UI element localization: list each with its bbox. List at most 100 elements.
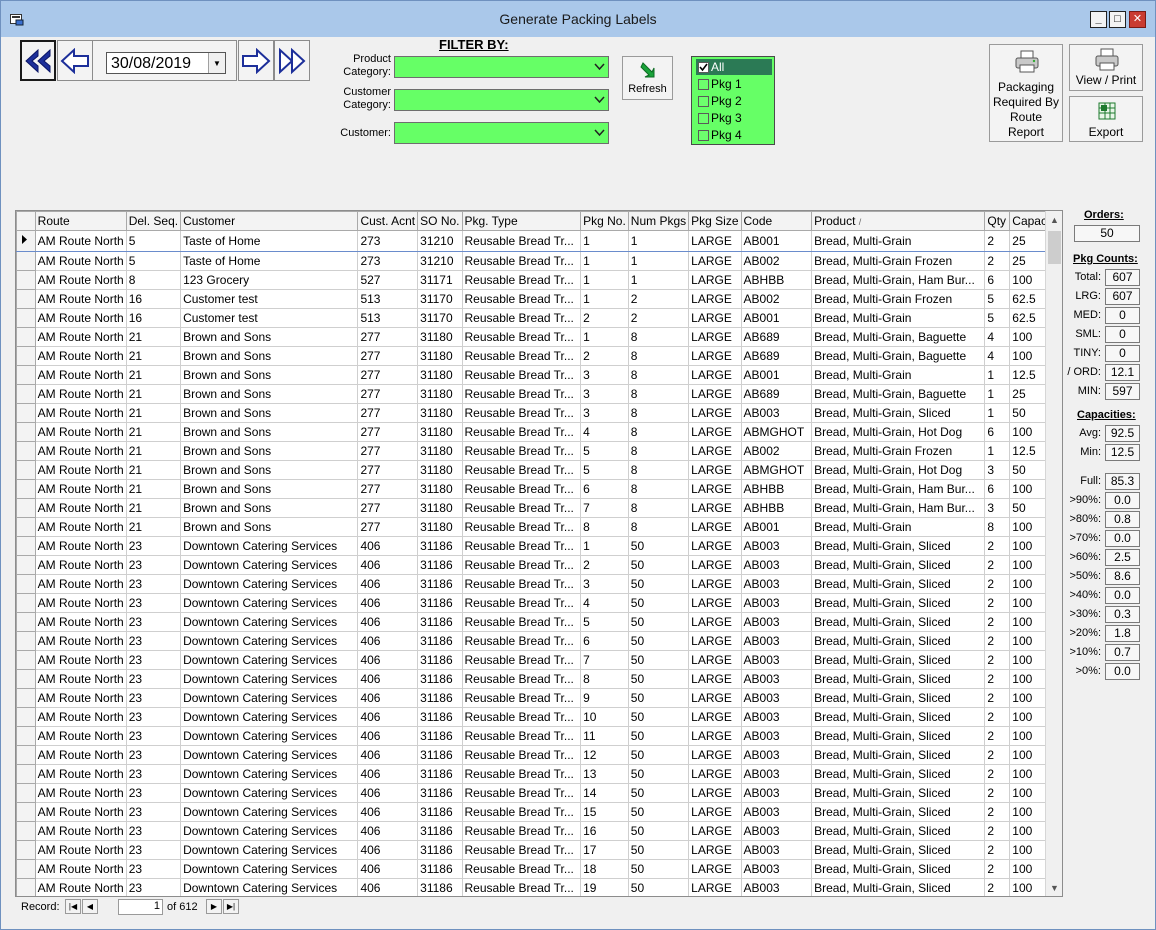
cell-customer[interactable]: Downtown Catering Services	[180, 707, 359, 727]
cell-product[interactable]: Bread, Multi-Grain Frozen	[811, 441, 986, 461]
cell-pkg-no[interactable]: 18	[580, 859, 629, 879]
cell-route[interactable]: AM Route North	[34, 859, 127, 879]
cell-code[interactable]: AB003	[740, 688, 813, 708]
cell-pkg-size[interactable]: LARGE	[688, 403, 742, 423]
table-row[interactable]: AM Route North 21 Brown and Sons 277 31180 Re…	[16, 517, 1062, 537]
cell-code[interactable]: AB001	[740, 517, 813, 537]
customer-category-combo[interactable]	[394, 89, 609, 111]
row-selector[interactable]	[16, 422, 36, 442]
table-row[interactable]: AM Route North 16 Customer test 513 31170 Reu…	[16, 289, 1062, 309]
row-selector[interactable]	[16, 764, 36, 784]
cell-pkg-size[interactable]: LARGE	[688, 821, 742, 841]
cell-customer[interactable]: Downtown Catering Services	[180, 745, 359, 765]
cell-num-pkgs[interactable]: 50	[627, 745, 690, 765]
table-row[interactable]: AM Route North 23 Downtown Catering Servic…	[16, 631, 1062, 651]
cell-product[interactable]: Bread, Multi-Grain, Sliced	[811, 650, 986, 670]
cell-so-no[interactable]: 31186	[417, 555, 463, 575]
cell-product[interactable]: Bread, Multi-Grain, Sliced	[811, 783, 986, 803]
cell-pkg-no[interactable]: 2	[580, 555, 629, 575]
table-row[interactable]: AM Route North 21 Brown and Sons 277 31180 Re…	[16, 346, 1062, 366]
cell-code[interactable]: ABMGHOT	[740, 460, 813, 480]
table-row[interactable]: AM Route North 23 Downtown Catering Servic…	[16, 536, 1062, 556]
cell-qty[interactable]: 1	[984, 441, 1011, 461]
col-route[interactable]: Route	[34, 211, 127, 231]
cell-pkg-type[interactable]: Reusable Bread Tr...	[461, 802, 582, 822]
cell-so-no[interactable]: 31180	[417, 441, 463, 461]
cell-pkg-no[interactable]: 14	[580, 783, 629, 803]
cell-pkg-type[interactable]: Reusable Bread Tr...	[461, 669, 582, 689]
cell-pkg-type[interactable]: Reusable Bread Tr...	[461, 726, 582, 746]
cell-num-pkgs[interactable]: 50	[627, 612, 690, 632]
cell-code[interactable]: AB003	[740, 707, 813, 727]
cell-pkg-type[interactable]: Reusable Bread Tr...	[461, 289, 582, 309]
cell-del-seq[interactable]: 23	[125, 783, 182, 803]
cell-route[interactable]: AM Route North	[34, 422, 127, 442]
cell-del-seq[interactable]: 23	[125, 650, 182, 670]
cell-pkg-size[interactable]: LARGE	[688, 840, 742, 860]
cell-num-pkgs[interactable]: 8	[627, 479, 690, 499]
cell-customer[interactable]: Brown and Sons	[180, 384, 359, 404]
cell-pkg-no[interactable]: 10	[580, 707, 629, 727]
cell-pkg-size[interactable]: LARGE	[688, 783, 742, 803]
cell-pkg-no[interactable]: 13	[580, 764, 629, 784]
cell-so-no[interactable]: 31186	[417, 878, 463, 896]
cell-route[interactable]: AM Route North	[34, 230, 127, 252]
cell-so-no[interactable]: 31210	[417, 251, 463, 271]
cell-pkg-size[interactable]: LARGE	[688, 878, 742, 896]
cell-num-pkgs[interactable]: 50	[627, 555, 690, 575]
cell-code[interactable]: AB003	[740, 403, 813, 423]
cell-product[interactable]: Bread, Multi-Grain	[811, 308, 986, 328]
cell-pkg-no[interactable]: 8	[580, 517, 629, 537]
cell-product[interactable]: Bread, Multi-Grain, Sliced	[811, 726, 986, 746]
cell-cust-acnt[interactable]: 277	[357, 384, 419, 404]
cell-pkg-type[interactable]: Reusable Bread Tr...	[461, 365, 582, 385]
cell-customer[interactable]: Brown and Sons	[180, 479, 359, 499]
row-selector[interactable]	[16, 308, 36, 328]
cell-product[interactable]: Bread, Multi-Grain	[811, 230, 986, 252]
table-row[interactable]: AM Route North 23 Downtown Catering Servic…	[16, 802, 1062, 822]
cell-pkg-no[interactable]: 1	[580, 289, 629, 309]
cell-qty[interactable]: 2	[984, 251, 1011, 271]
cell-cust-acnt[interactable]: 277	[357, 460, 419, 480]
table-row[interactable]: AM Route North 21 Brown and Sons 277 31180 Re…	[16, 403, 1062, 423]
row-selector[interactable]	[16, 365, 36, 385]
cell-route[interactable]: AM Route North	[34, 707, 127, 727]
table-row[interactable]: AM Route North 23 Downtown Catering Servic…	[16, 783, 1062, 803]
row-selector[interactable]	[16, 840, 36, 860]
cell-product[interactable]: Bread, Multi-Grain, Sliced	[811, 403, 986, 423]
cell-product[interactable]: Bread, Multi-Grain, Sliced	[811, 688, 986, 708]
cell-cust-acnt[interactable]: 527	[357, 270, 419, 290]
cell-product[interactable]: Bread, Multi-Grain, Sliced	[811, 593, 986, 613]
cell-del-seq[interactable]: 23	[125, 536, 182, 556]
checkbox-icon[interactable]	[698, 113, 709, 124]
cell-code[interactable]: AB001	[740, 308, 813, 328]
table-row[interactable]: AM Route North 23 Downtown Catering Servic…	[16, 650, 1062, 670]
cell-qty[interactable]: 2	[984, 536, 1011, 556]
cell-customer[interactable]: Brown and Sons	[180, 517, 359, 537]
cell-pkg-no[interactable]: 7	[580, 650, 629, 670]
cell-pkg-size[interactable]: LARGE	[688, 764, 742, 784]
cell-del-seq[interactable]: 23	[125, 764, 182, 784]
checkbox-icon[interactable]	[698, 130, 709, 141]
row-selector[interactable]	[16, 631, 36, 651]
cell-customer[interactable]: Downtown Catering Services	[180, 859, 359, 879]
cell-customer[interactable]: Brown and Sons	[180, 365, 359, 385]
cell-num-pkgs[interactable]: 50	[627, 650, 690, 670]
cell-pkg-type[interactable]: Reusable Bread Tr...	[461, 251, 582, 271]
cell-pkg-no[interactable]: 1	[580, 327, 629, 347]
cell-so-no[interactable]: 31186	[417, 631, 463, 651]
cell-pkg-size[interactable]: LARGE	[688, 669, 742, 689]
cell-pkg-type[interactable]: Reusable Bread Tr...	[461, 745, 582, 765]
cell-code[interactable]: AB689	[740, 384, 813, 404]
cell-pkg-no[interactable]: 1	[580, 230, 629, 252]
cell-del-seq[interactable]: 23	[125, 707, 182, 727]
cell-pkg-size[interactable]: LARGE	[688, 365, 742, 385]
cell-cust-acnt[interactable]: 406	[357, 840, 419, 860]
cell-qty[interactable]: 2	[984, 650, 1011, 670]
cell-customer[interactable]: Customer test	[180, 289, 359, 309]
table-row[interactable]: AM Route North 23 Downtown Catering Servic…	[16, 745, 1062, 765]
cell-cust-acnt[interactable]: 406	[357, 612, 419, 632]
cell-qty[interactable]: 6	[984, 270, 1011, 290]
cell-num-pkgs[interactable]: 50	[627, 631, 690, 651]
cell-qty[interactable]: 1	[984, 403, 1011, 423]
